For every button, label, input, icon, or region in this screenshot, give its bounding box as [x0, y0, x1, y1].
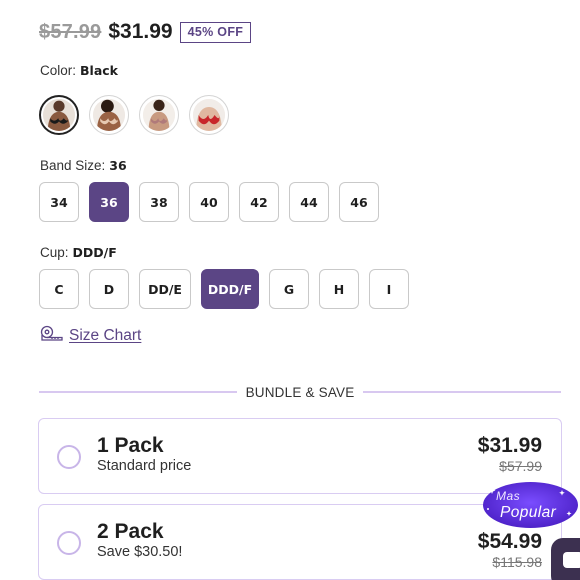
cup-size-c[interactable]: C: [39, 269, 79, 309]
size-chart-label: Size Chart: [69, 326, 142, 344]
color-swatches: [39, 95, 229, 135]
band-size-40[interactable]: 40: [189, 182, 229, 222]
cup-size-dd-e[interactable]: DD/E: [139, 269, 191, 309]
color-option-label: Color: Black: [40, 63, 118, 78]
pack-radio[interactable]: [57, 531, 81, 555]
band-selected-value: 36: [109, 158, 127, 173]
band-size-36[interactable]: 36: [89, 182, 129, 222]
cup-size-options: C D DD/E DDD/F G H I: [39, 269, 409, 309]
band-size-options: 34 36 38 40 42 44 46: [39, 182, 379, 222]
bundle-title: BUNDLE & SAVE: [245, 384, 355, 400]
cup-size-d[interactable]: D: [89, 269, 129, 309]
cup-option-label: Cup: DDD/F: [40, 245, 117, 260]
pack-name: 1 Pack: [97, 434, 164, 457]
badge-text-bottom: Popular: [500, 504, 557, 521]
size-chart-link[interactable]: Size Chart: [40, 325, 141, 346]
band-size-42[interactable]: 42: [239, 182, 279, 222]
pack-original-price: $57.99: [499, 458, 542, 474]
most-popular-badge: Mas Popular: [482, 481, 579, 529]
pack-description: Standard price: [97, 458, 192, 474]
color-label: Color:: [40, 63, 77, 78]
swatch-nude-image: [93, 99, 125, 131]
swatch-red-image: [193, 99, 225, 131]
pack-radio[interactable]: [57, 445, 81, 469]
swatch-mauve-image: [143, 99, 175, 131]
original-price: $57.99: [39, 20, 102, 43]
band-option-label: Band Size: 36: [40, 158, 127, 173]
discount-badge: 45% OFF: [179, 21, 252, 43]
color-swatch-mauve[interactable]: [139, 95, 179, 135]
pack-price: $54.99: [477, 530, 542, 553]
band-size-44[interactable]: 44: [289, 182, 329, 222]
chat-widget-button[interactable]: [551, 538, 580, 580]
cup-size-ddd-f[interactable]: DDD/F: [201, 269, 259, 309]
band-size-46[interactable]: 46: [339, 182, 379, 222]
pack-original-price: $115.98: [492, 554, 542, 570]
color-swatch-nude[interactable]: [89, 95, 129, 135]
chat-icon: [563, 552, 580, 568]
cup-selected-value: DDD/F: [72, 245, 117, 260]
pack-description: Save $30.50!: [97, 544, 183, 560]
divider-line-left: [39, 391, 237, 393]
cup-size-h[interactable]: H: [319, 269, 359, 309]
pack-name: 2 Pack: [97, 520, 164, 543]
cup-label: Cup:: [40, 245, 69, 260]
sale-price: $31.99: [108, 20, 173, 43]
band-size-34[interactable]: 34: [39, 182, 79, 222]
bundle-divider: BUNDLE & SAVE: [39, 383, 562, 401]
band-label: Band Size:: [40, 158, 106, 173]
cup-size-i[interactable]: I: [369, 269, 409, 309]
divider-line-right: [363, 391, 562, 393]
color-swatch-black[interactable]: [39, 95, 79, 135]
color-selected-value: Black: [80, 63, 118, 78]
band-size-38[interactable]: 38: [139, 182, 179, 222]
cup-size-g[interactable]: G: [269, 269, 309, 309]
color-swatch-red[interactable]: [189, 95, 229, 135]
badge-text-top: Mas: [496, 489, 521, 503]
swatch-black-image: [43, 99, 75, 131]
price-row: $57.99 $31.99 45% OFF: [39, 18, 252, 46]
pack-price: $31.99: [477, 434, 542, 457]
tape-measure-icon: [40, 325, 63, 346]
